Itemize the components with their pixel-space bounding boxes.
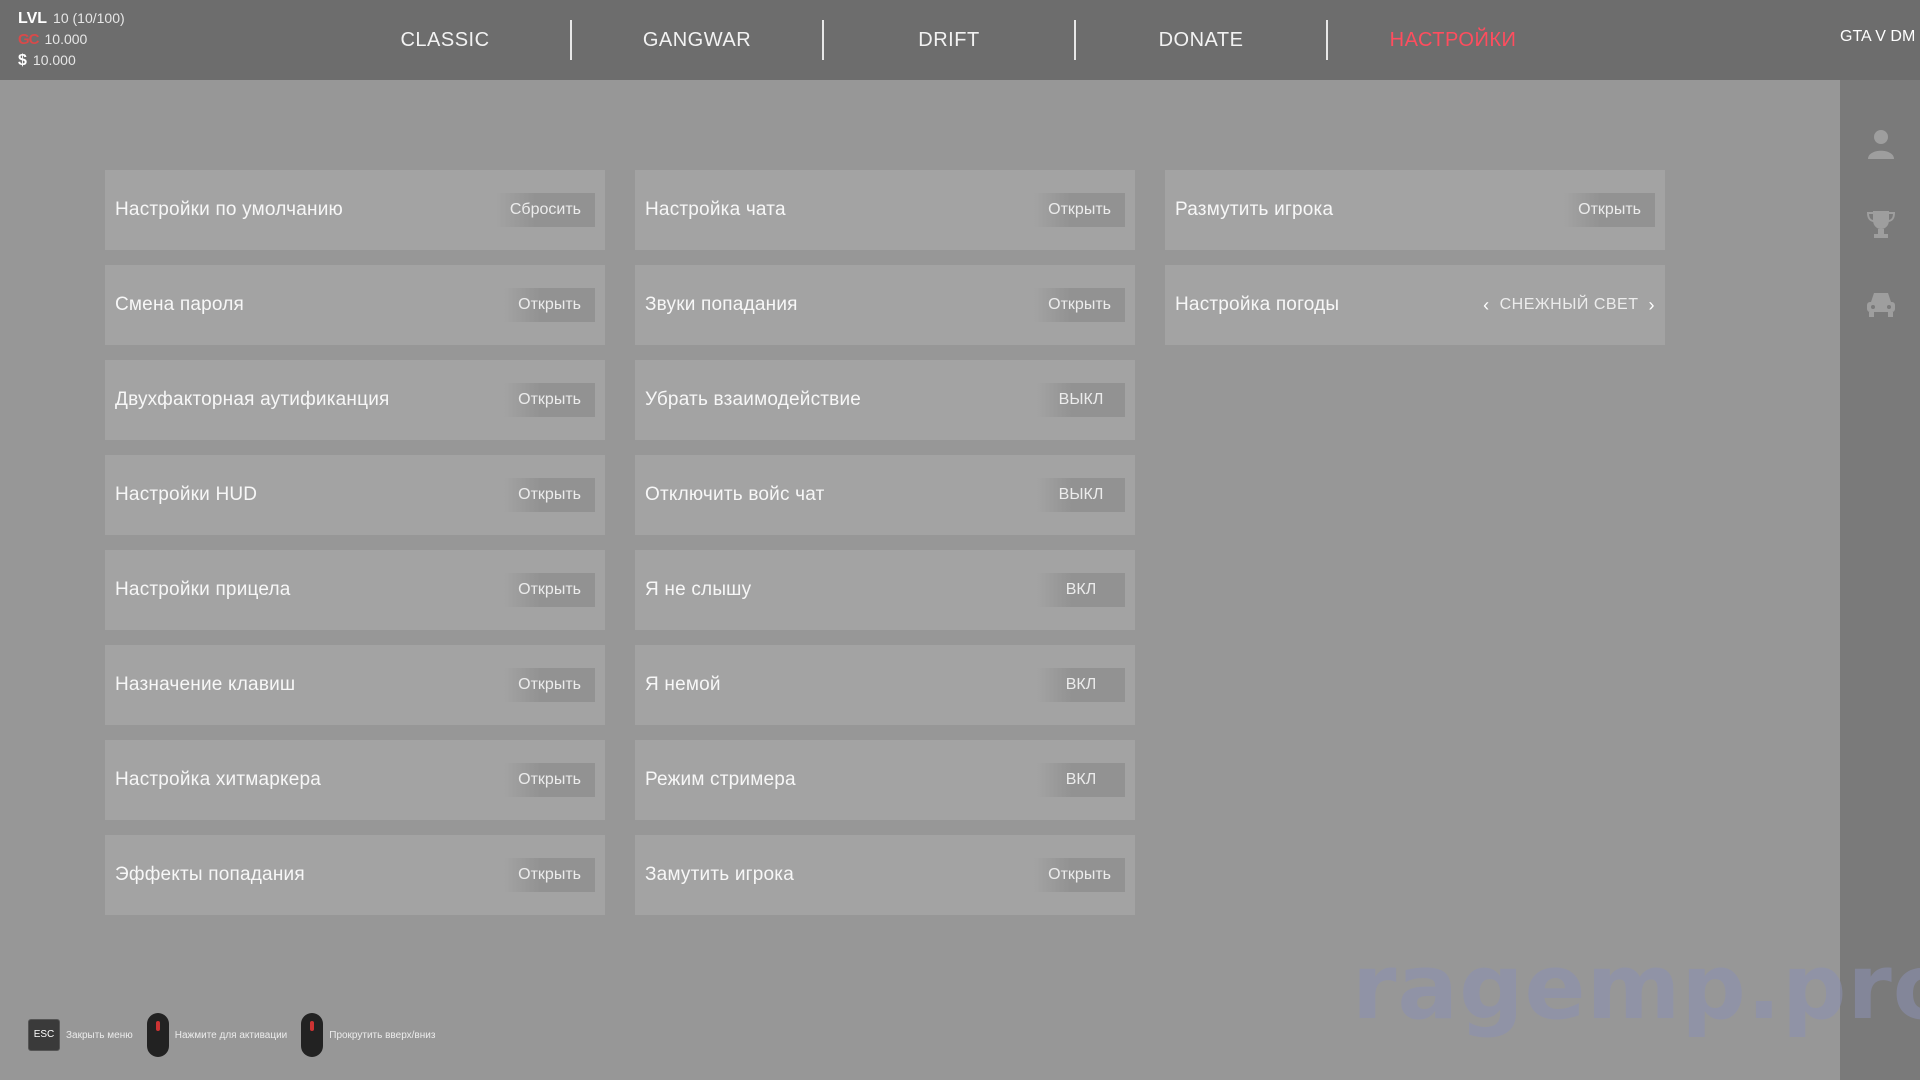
settings-row-unmute-player: Размутить игрока Открыть xyxy=(1165,170,1665,250)
toggle-button[interactable]: ВКЛ xyxy=(1037,763,1125,797)
settings-row-chat: Настройка чата Открыть xyxy=(635,170,1135,250)
tab-gangwar[interactable]: GANGWAR xyxy=(572,20,822,60)
open-button[interactable]: Открыть xyxy=(504,573,595,607)
settings-row-keybinds: Назначение клавиш Открыть xyxy=(105,645,605,725)
row-label: Убрать взаимодействие xyxy=(645,389,862,410)
mouse-click-icon xyxy=(146,1013,169,1057)
tab-drift[interactable]: DRIFT xyxy=(824,20,1074,60)
right-sidebar: GTA V DM xyxy=(1840,0,1920,1080)
tab-settings[interactable]: НАСТРОЙКИ xyxy=(1328,20,1578,60)
settings-row-mute-self: Я немой ВКЛ xyxy=(635,645,1135,725)
settings-row-crosshair: Настройки прицела Открыть xyxy=(105,550,605,630)
row-label: Настройки HUD xyxy=(115,484,258,505)
hint-click: Нажмите для активации xyxy=(146,1013,288,1057)
settings-column-3: Размутить игрока Открыть Настройка погод… xyxy=(1165,170,1665,360)
settings-row-deaf: Я не слышу ВКЛ xyxy=(635,550,1135,630)
open-button[interactable]: Открыть xyxy=(1034,288,1125,322)
toggle-button[interactable]: ВКЛ xyxy=(1037,573,1125,607)
open-button[interactable]: Открыть xyxy=(504,668,595,702)
gc-stat: GC 10.000 xyxy=(18,29,125,50)
top-bar: LVL 10 (10/100) GC 10.000 $ 10.000 CLASS… xyxy=(0,0,1840,80)
gc-value: 10.000 xyxy=(44,31,88,47)
hint-scroll: Прокрутить вверх/вниз xyxy=(301,1013,435,1057)
row-label: Режим стримера xyxy=(645,769,796,790)
settings-row-hud: Настройки HUD Открыть xyxy=(105,455,605,535)
money-value: 10.000 xyxy=(32,52,76,68)
row-label: Настройка хитмаркера xyxy=(115,769,322,790)
settings-row-voice-chat: Отключить войс чат ВЫКЛ xyxy=(635,455,1135,535)
open-button[interactable]: Открыть xyxy=(1034,193,1125,227)
settings-row-hit-sounds: Звуки попадания Открыть xyxy=(635,265,1135,345)
settings-row-weather: Настройка погоды ‹ СНЕЖНЫЙ СВЕТ › xyxy=(1165,265,1665,345)
esc-key-icon: ESC xyxy=(28,1019,60,1051)
dollar-icon: $ xyxy=(18,52,27,69)
tab-donate[interactable]: DONATE xyxy=(1076,20,1326,60)
row-label: Я немой xyxy=(645,674,721,695)
settings-column-2: Настройка чата Открыть Звуки попадания О… xyxy=(635,170,1135,930)
hint-text: Прокрутить вверх/вниз xyxy=(329,1029,436,1041)
hint-text: Закрыть меню xyxy=(66,1029,133,1041)
settings-row-mute-player: Замутить игрока Открыть xyxy=(635,835,1135,915)
row-label: Настройка чата xyxy=(645,199,786,220)
level-label: LVL xyxy=(18,10,48,27)
control-hints: ESC Закрыть меню Нажмите для активации П… xyxy=(28,1013,435,1057)
level-stat: LVL 10 (10/100) xyxy=(18,8,125,29)
open-button[interactable]: Открыть xyxy=(504,383,595,417)
trophy-icon[interactable] xyxy=(1864,208,1898,242)
weather-value: СНЕЖНЫЙ СВЕТ xyxy=(1499,296,1639,313)
row-label: Эффекты попадания xyxy=(115,864,305,885)
player-stats: LVL 10 (10/100) GC 10.000 $ 10.000 xyxy=(18,8,125,71)
mouse-scroll-icon xyxy=(301,1013,324,1057)
row-label: Настройки по умолчанию xyxy=(115,199,343,220)
hint-text: Нажмите для активации xyxy=(174,1029,288,1041)
settings-row-defaults: Настройки по умолчанию Сбросить xyxy=(105,170,605,250)
row-label: Настройки прицела xyxy=(115,579,291,600)
hint-esc: ESC Закрыть меню xyxy=(28,1019,133,1051)
open-button[interactable]: Открыть xyxy=(504,288,595,322)
level-value: 10 (10/100) xyxy=(53,10,125,26)
settings-row-hit-effects: Эффекты попадания Открыть xyxy=(105,835,605,915)
settings-row-password: Смена пароля Открыть xyxy=(105,265,605,345)
open-button[interactable]: Открыть xyxy=(504,858,595,892)
row-label: Отключить войс чат xyxy=(645,484,825,505)
open-button[interactable]: Открыть xyxy=(1034,858,1125,892)
toggle-button[interactable]: ВЫКЛ xyxy=(1037,383,1125,417)
open-button[interactable]: Открыть xyxy=(504,763,595,797)
row-label: Замутить игрока xyxy=(645,864,794,885)
weather-selector: ‹ СНЕЖНЫЙ СВЕТ › xyxy=(1483,295,1655,316)
settings-row-streamer: Режим стримера ВКЛ xyxy=(635,740,1135,820)
settings-column-1: Настройки по умолчанию Сбросить Смена па… xyxy=(105,170,605,930)
main-nav: CLASSIC GANGWAR DRIFT DONATE НАСТРОЙКИ xyxy=(320,0,1578,80)
money-stat: $ 10.000 xyxy=(18,50,125,71)
chevron-left-icon[interactable]: ‹ xyxy=(1483,295,1490,316)
brand-label: GTA V DM xyxy=(1840,28,1916,45)
row-label: Настройка погоды xyxy=(1175,294,1340,315)
user-icon[interactable] xyxy=(1864,128,1898,162)
open-button[interactable]: Открыть xyxy=(504,478,595,512)
row-label: Размутить игрока xyxy=(1175,199,1334,220)
row-label: Я не слышу xyxy=(645,579,752,600)
settings-row-2fa: Двухфакторная аутификанция Открыть xyxy=(105,360,605,440)
settings-row-interaction: Убрать взаимодействие ВЫКЛ xyxy=(635,360,1135,440)
watermark-logo: ragemp.pro xyxy=(1352,935,1920,1040)
reset-button[interactable]: Сбросить xyxy=(495,193,595,227)
car-icon[interactable] xyxy=(1864,288,1898,322)
row-label: Назначение клавиш xyxy=(115,674,296,695)
row-label: Двухфакторная аутификанция xyxy=(115,389,390,410)
toggle-button[interactable]: ВКЛ xyxy=(1037,668,1125,702)
row-label: Звуки попадания xyxy=(645,294,798,315)
gc-coin-icon: GC xyxy=(18,31,39,48)
toggle-button[interactable]: ВЫКЛ xyxy=(1037,478,1125,512)
tab-classic[interactable]: CLASSIC xyxy=(320,20,570,60)
settings-row-hitmarker: Настройка хитмаркера Открыть xyxy=(105,740,605,820)
row-label: Смена пароля xyxy=(115,294,245,315)
open-button[interactable]: Открыть xyxy=(1564,193,1655,227)
chevron-right-icon[interactable]: › xyxy=(1649,295,1656,316)
